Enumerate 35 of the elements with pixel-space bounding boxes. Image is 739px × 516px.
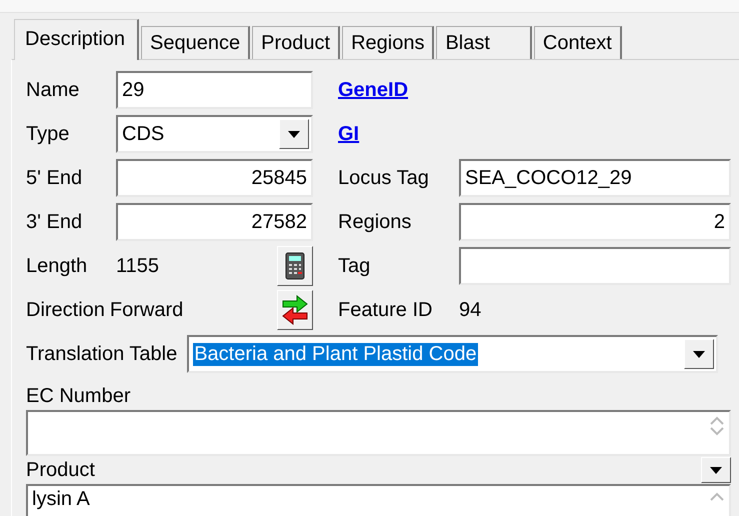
field-label: Feature ID	[338, 298, 434, 322]
field-label: Regions	[338, 210, 412, 234]
length-value: 1155	[116, 254, 160, 278]
field-label: Locus Tag	[338, 166, 430, 190]
field-label: Product	[26, 458, 95, 482]
tab[interactable]: Blast	[436, 26, 532, 59]
tab[interactable]: Context	[534, 26, 622, 59]
field-label: Translation Table	[26, 342, 178, 366]
field-label: Tag	[338, 254, 372, 278]
tag-field[interactable]	[459, 247, 731, 285]
field-label: Direction	[26, 298, 105, 322]
field-label: Name	[26, 78, 80, 102]
feature-id-value: 94	[459, 298, 482, 322]
tab[interactable]: Regions	[342, 26, 434, 59]
calculator-icon[interactable]	[277, 246, 313, 286]
name-field[interactable]: 29	[116, 71, 313, 109]
translation-table-dropdown[interactable]: Bacteria and Plant Plastid Code	[187, 335, 718, 373]
three-end-field[interactable]: 27582	[116, 203, 313, 241]
gene-id-link[interactable]: GeneID	[338, 78, 459, 102]
type-dropdown[interactable]: CDS	[116, 115, 313, 153]
tab[interactable]: Description	[14, 19, 140, 60]
locus-tag-field[interactable]: SEA_COCO12_29	[459, 159, 731, 197]
product-field[interactable]: lysin A	[26, 484, 731, 516]
field-label: EC Number	[26, 385, 130, 408]
field-label: 3' End	[26, 210, 84, 234]
field-label: 5' End	[26, 166, 84, 190]
five-end-field[interactable]: 25845	[116, 159, 313, 197]
gi-link[interactable]: GI	[338, 122, 459, 146]
swap-arrows-icon[interactable]	[277, 290, 313, 330]
regions-field[interactable]: 2	[459, 203, 731, 241]
field-label: Length	[26, 254, 88, 278]
field-label: Type	[26, 122, 70, 146]
tab[interactable]: Sequence	[141, 26, 250, 59]
direction-value: Forward	[110, 298, 184, 322]
tab[interactable]: Product	[252, 26, 340, 59]
